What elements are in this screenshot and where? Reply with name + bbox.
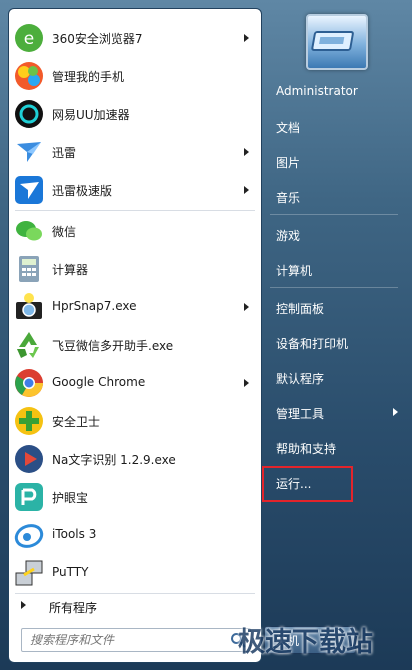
right-item-music[interactable]: 音乐 [264, 181, 404, 211]
right-item-control-panel[interactable]: 控制面板 [264, 292, 404, 322]
program-item-uu-accelerator[interactable]: 网易UU加速器 [9, 95, 261, 133]
uu-accelerator-icon [15, 100, 43, 128]
program-label: 飞豆微信多开助手.exe [52, 339, 174, 353]
program-item-phone-manager[interactable]: 管理我的手机 [9, 57, 261, 95]
submenu-arrow-icon [244, 148, 249, 156]
watermark-text: 极速下载站 [238, 627, 373, 658]
separator [270, 214, 398, 215]
search-input[interactable] [28, 631, 222, 649]
right-item-label: 管理工具 [276, 407, 325, 421]
submenu-arrow-icon [244, 34, 249, 42]
program-item-na-ocr[interactable]: Na文字识别 1.2.9.exe [9, 440, 261, 478]
right-item-pictures[interactable]: 图片 [264, 146, 404, 176]
right-item-label: 设备和打印机 [276, 337, 349, 351]
right-item-label: 游戏 [276, 229, 301, 243]
program-label: 管理我的手机 [52, 70, 125, 84]
svg-text:e: e [24, 29, 34, 49]
right-item-label: 默认程序 [276, 372, 325, 386]
right-item-label: 帮助和支持 [276, 442, 337, 456]
right-item-computer[interactable]: 计算机 [264, 254, 404, 284]
browser-360-icon: e [15, 24, 43, 52]
submenu-arrow-icon [244, 303, 249, 311]
all-programs-button[interactable]: 所有程序 [9, 591, 261, 621]
program-item-xunlei-fast[interactable]: 迅雷极速版 [9, 171, 261, 209]
program-label: Google Chrome [52, 375, 146, 389]
programs-pane: e 360安全浏览器7 管理我的手机 网易UU加速器 迅雷 迅雷极速版 微信 计… [8, 8, 262, 663]
program-label: 360安全浏览器7 [52, 32, 143, 46]
program-item-itools[interactable]: iTools 3 [9, 516, 261, 554]
program-label: HprSnap7.exe [52, 299, 137, 313]
program-item-feidou[interactable]: 飞豆微信多开助手.exe [9, 326, 261, 364]
hprsnap-camera-icon [16, 293, 42, 319]
user-picture[interactable] [306, 14, 368, 70]
run-highlight-box [262, 466, 353, 502]
right-item-admin-tools[interactable]: 管理工具 [264, 397, 404, 427]
program-item-chrome[interactable]: Google Chrome [9, 364, 261, 402]
arrow-right-icon [21, 601, 26, 609]
putty-icon [15, 560, 43, 586]
right-item-administrator[interactable]: Administrator [264, 76, 404, 106]
program-label: Na文字识别 1.2.9.exe [52, 453, 176, 467]
program-label: 计算器 [52, 263, 89, 277]
right-item-label: 图片 [276, 156, 301, 170]
right-item-games[interactable]: 游戏 [264, 219, 404, 249]
program-label: 微信 [52, 225, 77, 239]
program-item-xunlei[interactable]: 迅雷 [9, 133, 261, 171]
submenu-arrow-icon [393, 408, 398, 416]
separator [270, 287, 398, 288]
program-label: 迅雷 [52, 146, 77, 160]
right-item-documents[interactable]: 文档 [264, 111, 404, 141]
itools-icon [14, 524, 44, 548]
program-item-eye-protect[interactable]: 护眼宝 [9, 478, 261, 516]
right-item-label: 计算机 [276, 264, 313, 278]
right-item-label: Administrator [276, 84, 358, 98]
xunlei-icon [17, 142, 41, 162]
right-item-label: 文档 [276, 121, 301, 135]
ocr-play-icon [15, 445, 43, 473]
program-item-putty[interactable]: PuTTY [9, 554, 261, 592]
program-label: 护眼宝 [52, 491, 89, 505]
user-avatar-icon [311, 31, 354, 51]
program-item-hprsnap[interactable]: HprSnap7.exe [9, 288, 261, 326]
right-item-help-support[interactable]: 帮助和支持 [264, 432, 404, 462]
program-label: PuTTY [52, 565, 89, 579]
right-item-devices-printers[interactable]: 设备和打印机 [264, 327, 404, 357]
wechat-icon [16, 221, 42, 241]
calculator-icon [19, 256, 39, 282]
right-item-label: 控制面板 [276, 302, 325, 316]
xunlei-fast-icon [15, 176, 43, 204]
program-item-security-guard[interactable]: 安全卫士 [9, 402, 261, 440]
program-label: iTools 3 [52, 527, 97, 541]
eye-protect-icon [15, 483, 43, 511]
right-item-default-programs[interactable]: 默认程序 [264, 362, 404, 392]
submenu-arrow-icon [244, 379, 249, 387]
submenu-arrow-icon [244, 186, 249, 194]
all-programs-label: 所有程序 [49, 601, 98, 615]
program-item-360-browser[interactable]: e 360安全浏览器7 [9, 19, 261, 57]
program-label: 网易UU加速器 [52, 108, 130, 122]
program-item-wechat[interactable]: 微信 [9, 212, 261, 250]
separator [15, 210, 255, 211]
recycle-icon [17, 332, 39, 358]
program-label: 安全卫士 [52, 415, 101, 429]
chrome-icon [15, 369, 43, 397]
search-box[interactable] [21, 628, 251, 652]
phone-manager-icon [15, 62, 43, 90]
program-item-calculator[interactable]: 计算器 [9, 250, 261, 288]
program-label: 迅雷极速版 [52, 184, 113, 198]
security-guard-icon [15, 407, 43, 435]
right-item-label: 音乐 [276, 191, 301, 205]
